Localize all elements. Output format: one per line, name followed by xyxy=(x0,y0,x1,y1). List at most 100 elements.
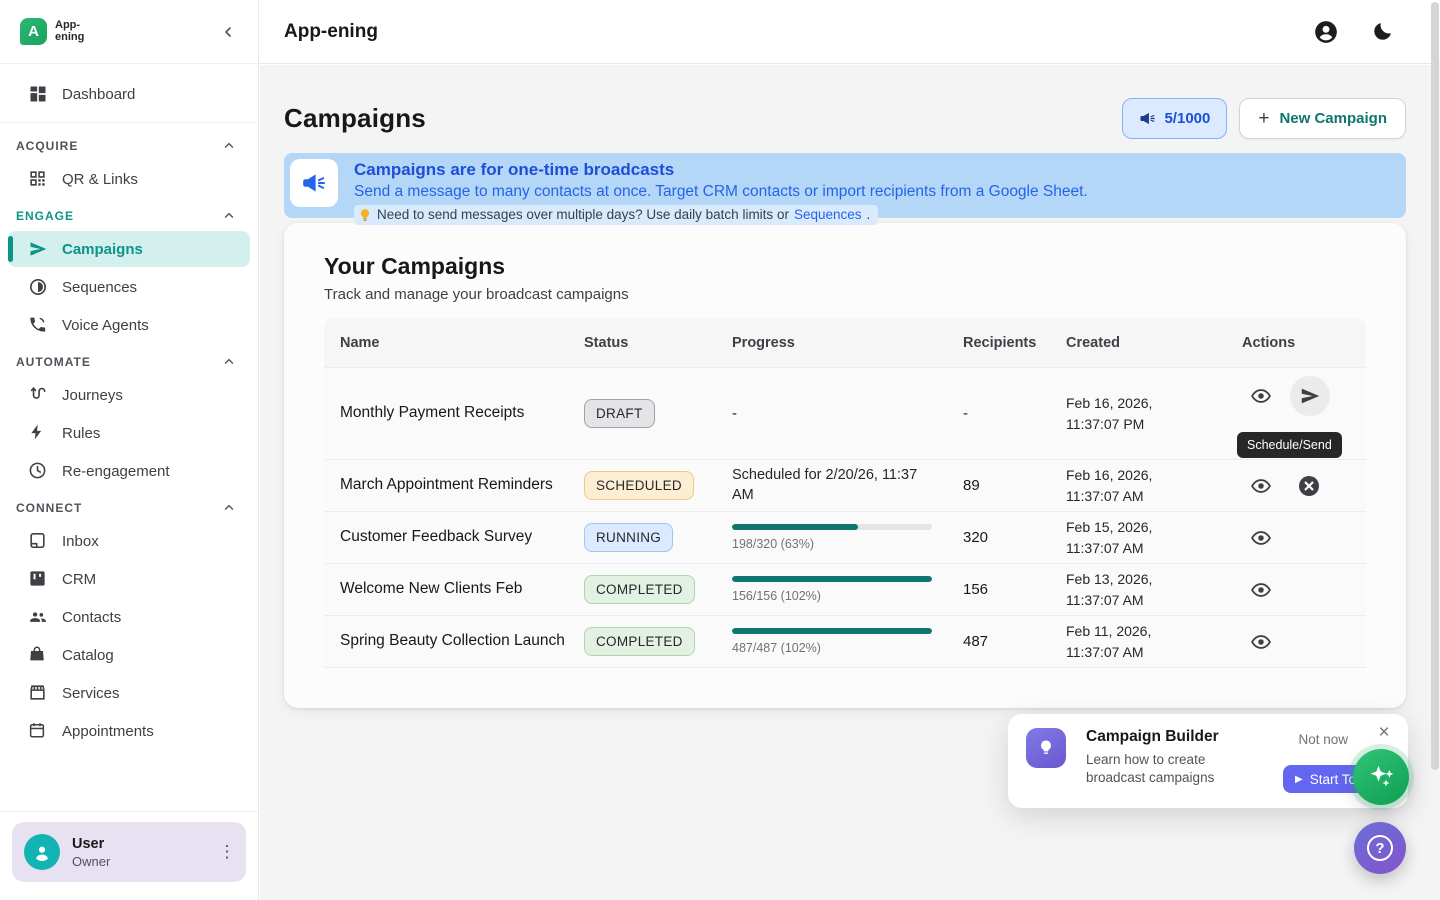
play-icon: ▶ xyxy=(1295,774,1303,785)
clock-icon xyxy=(28,461,48,481)
sidebar-item-campaigns[interactable]: Campaigns xyxy=(8,231,250,267)
view-button[interactable] xyxy=(1242,519,1280,557)
campaigns-card: Your Campaigns Track and manage your bro… xyxy=(284,223,1406,708)
cancel-button[interactable] xyxy=(1290,467,1328,505)
sidebar-section-engage[interactable]: ENGAGE xyxy=(0,199,258,229)
chevron-left-icon xyxy=(220,24,236,40)
dark-mode-toggle[interactable] xyxy=(1368,18,1396,46)
sequences-link[interactable]: Sequences xyxy=(794,207,862,222)
actions-cell xyxy=(1226,519,1366,557)
sidebar-section-connect[interactable]: CONNECT xyxy=(0,491,258,521)
status-badge: COMPLETED xyxy=(584,627,695,656)
progress-bar: 156/156 (102%) xyxy=(732,576,932,603)
view-button[interactable] xyxy=(1242,467,1280,505)
sidebar-item-journeys[interactable]: Journeys xyxy=(8,377,250,413)
lightbulb-icon xyxy=(1026,728,1066,768)
sidebar-item-dashboard[interactable]: Dashboard xyxy=(8,76,250,112)
new-campaign-label: New Campaign xyxy=(1279,110,1387,127)
status-cell: DRAFT xyxy=(568,399,716,428)
eye-icon xyxy=(1250,527,1272,549)
sidebar-item-services[interactable]: Services xyxy=(8,675,250,711)
lightning-icon xyxy=(28,423,48,443)
kanban-icon xyxy=(28,569,48,589)
campaign-name: Customer Feedback Survey xyxy=(324,527,568,547)
actions-cell: Schedule/Send xyxy=(1226,376,1366,416)
sidebar-item-qr-links[interactable]: QR & Links xyxy=(8,161,250,197)
table-row: Welcome New Clients Feb COMPLETED 156/15… xyxy=(324,564,1366,616)
sidebar-item-label: Journeys xyxy=(62,387,123,404)
view-button[interactable] xyxy=(1242,623,1280,661)
created-cell: Feb 16, 2026, 11:37:07 PM xyxy=(1050,393,1190,435)
user-meta: User Owner xyxy=(72,836,206,869)
not-now-button[interactable]: Not now xyxy=(1298,732,1348,747)
progress-track xyxy=(732,524,932,530)
sidebar-item-appointments[interactable]: Appointments xyxy=(8,713,250,749)
sidebar-item-rules[interactable]: Rules xyxy=(8,415,250,451)
sidebar-section-acquire[interactable]: ACQUIRE xyxy=(0,129,258,159)
actions-cell xyxy=(1226,571,1366,609)
progress-cell: 198/320 (63%) xyxy=(716,524,947,551)
question-mark-icon: ? xyxy=(1367,835,1393,861)
actions-cell xyxy=(1226,467,1366,505)
section-label: ACQUIRE xyxy=(16,139,78,153)
sidebar-logo-row: A App-ening xyxy=(0,0,258,64)
calendar-icon xyxy=(28,721,48,741)
view-button[interactable] xyxy=(1242,571,1280,609)
table-row: March Appointment Reminders SCHEDULED Sc… xyxy=(324,460,1366,512)
close-popup-button[interactable]: × xyxy=(1373,722,1395,744)
page-header: Campaigns 5/1000 + New Campaign xyxy=(284,98,1406,139)
column-header-name: Name xyxy=(324,335,568,351)
status-cell: COMPLETED xyxy=(568,627,716,656)
eye-icon xyxy=(1250,385,1272,407)
sidebar-item-catalog[interactable]: Catalog xyxy=(8,637,250,673)
sparkles-icon xyxy=(1366,762,1396,792)
view-button[interactable] xyxy=(1242,377,1280,415)
sidebar-item-label: QR & Links xyxy=(62,171,138,188)
popup-body: Learn how to create broadcast campaigns xyxy=(1086,751,1246,787)
chevron-up-icon xyxy=(222,209,236,223)
schedule-send-button[interactable] xyxy=(1290,376,1330,416)
column-header-progress: Progress xyxy=(716,335,947,351)
user-card[interactable]: User Owner ⋮ xyxy=(12,822,246,882)
contrast-circle-icon xyxy=(28,277,48,297)
people-icon xyxy=(28,607,48,627)
user-menu-button[interactable]: ⋮ xyxy=(218,847,236,856)
sidebar-section-automate[interactable]: AUTOMATE xyxy=(0,345,258,375)
moon-icon xyxy=(1371,20,1394,43)
new-campaign-button[interactable]: + New Campaign xyxy=(1239,98,1406,139)
sidebar-item-contacts[interactable]: Contacts xyxy=(8,599,250,635)
app-logo-icon: A xyxy=(20,18,47,45)
sidebar-item-sequences[interactable]: Sequences xyxy=(8,269,250,305)
sidebar-item-label: Campaigns xyxy=(62,241,143,258)
banner-tip: Need to send messages over multiple days… xyxy=(354,205,878,225)
status-badge: COMPLETED xyxy=(584,575,695,604)
sidebar-item-inbox[interactable]: Inbox xyxy=(8,523,250,559)
campaign-quota-badge[interactable]: 5/1000 xyxy=(1122,98,1227,139)
progress-fill xyxy=(732,576,932,582)
scrollbar-track[interactable] xyxy=(1430,0,1440,900)
banner-title: Campaigns are for one-time broadcasts xyxy=(354,160,1088,180)
sidebar-item-crm[interactable]: CRM xyxy=(8,561,250,597)
sidebar-item-voice-agents[interactable]: Voice Agents xyxy=(8,307,250,343)
progress-label: 156/156 (102%) xyxy=(732,589,932,603)
column-header-status: Status xyxy=(568,335,716,351)
status-badge: SCHEDULED xyxy=(584,471,694,500)
table-header-row: Name Status Progress Recipients Created … xyxy=(324,318,1366,368)
sidebar-item-re-engagement[interactable]: Re-engagement xyxy=(8,453,250,489)
scrollbar-thumb[interactable] xyxy=(1431,2,1439,770)
phone-icon xyxy=(28,315,48,335)
progress-bar: 198/320 (63%) xyxy=(732,524,932,551)
eye-icon xyxy=(1250,579,1272,601)
eye-icon xyxy=(1250,631,1272,653)
progress-cell: 156/156 (102%) xyxy=(716,576,947,603)
progress-cell: Scheduled for 2/20/26, 11:37 AM xyxy=(716,466,921,505)
account-button[interactable] xyxy=(1312,18,1340,46)
send-icon xyxy=(28,239,48,259)
chevron-up-icon xyxy=(222,355,236,369)
recipients-cell: 320 xyxy=(947,529,1050,546)
help-button[interactable]: ? xyxy=(1354,822,1406,874)
ai-assistant-button[interactable] xyxy=(1353,749,1409,805)
sidebar-item-label: CRM xyxy=(62,571,96,588)
collapse-sidebar-button[interactable] xyxy=(214,18,242,46)
banner-subtitle: Send a message to many contacts at once.… xyxy=(354,183,1088,201)
